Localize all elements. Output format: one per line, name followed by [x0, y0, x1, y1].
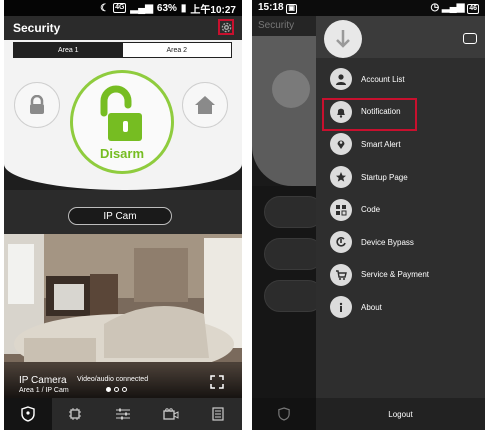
menu-item-about[interactable]: About	[316, 291, 485, 324]
settings-gear-button[interactable]	[218, 19, 234, 35]
menu-item-service-payment[interactable]: Service & Payment	[316, 259, 485, 292]
menu-item-label: Smart Alert	[361, 139, 401, 149]
nav-cameras[interactable]	[147, 398, 195, 430]
menu-item-label: Service & Payment	[361, 270, 430, 280]
cart-icon	[330, 263, 352, 286]
menu-item-label: Notification	[361, 107, 401, 117]
signal-icon: ▂▄▆	[130, 2, 153, 14]
wallet-icon[interactable]	[463, 33, 477, 44]
area-tabs: Area 1 Area 2	[13, 42, 232, 58]
gear-icon	[221, 22, 231, 32]
avatar[interactable]	[324, 20, 362, 58]
ip-cam-button[interactable]: IP Cam	[68, 207, 172, 225]
arming-panel: Area 1 Area 2 Disarm	[4, 40, 242, 190]
page-title: Security	[13, 21, 61, 35]
camera-feed[interactable]: IP Camera Video/audio connected Area 1 /…	[4, 234, 242, 398]
notification-icon: ▣	[286, 4, 297, 14]
page-dot[interactable]	[106, 387, 111, 392]
side-drawer: Account List Notification Smart Alert St…	[316, 16, 485, 430]
status-time: 上午10:27	[190, 4, 236, 16]
background-chip-button	[264, 280, 324, 312]
code-icon	[330, 198, 352, 221]
chip-icon	[69, 408, 82, 420]
home-icon	[195, 96, 215, 114]
camera-title: IP Camera	[19, 375, 67, 386]
battery-percent: 63%	[156, 2, 177, 14]
info-icon	[330, 296, 352, 319]
logout-button[interactable]: Logout	[316, 398, 485, 430]
drawer-header	[316, 16, 485, 58]
user-icon	[330, 68, 352, 91]
menu-item-smart-alert[interactable]: Smart Alert	[316, 128, 485, 161]
bypass-icon	[330, 231, 352, 254]
background-title: Security	[252, 16, 316, 36]
nav-automation[interactable]	[99, 398, 147, 430]
star-icon	[330, 166, 352, 189]
bottom-nav	[4, 398, 242, 430]
fullscreen-icon[interactable]	[210, 375, 224, 389]
menu-screen: 15:18 ▣ ◷ ▂▄▆ 46 Security Account List N…	[252, 0, 485, 430]
status-time: 15:18	[258, 2, 284, 13]
shield-icon	[278, 407, 290, 421]
background-nav-security	[252, 398, 316, 430]
nav-security[interactable]	[4, 398, 52, 430]
lock-icon	[30, 95, 44, 114]
background-panel	[252, 36, 316, 186]
nav-events[interactable]	[194, 398, 242, 430]
menu-item-notification[interactable]: Notification	[316, 96, 485, 131]
arm-home-button[interactable]	[182, 82, 228, 128]
down-arrow-icon	[336, 30, 350, 48]
menu-item-code[interactable]: Code	[316, 193, 485, 226]
status-bar: 15:18 ▣ ◷ ▂▄▆ 46	[252, 0, 485, 16]
background-device-button	[264, 238, 324, 270]
menu-item-label: About	[361, 302, 382, 312]
disarm-label: Disarm	[99, 146, 145, 161]
background-lower	[252, 186, 324, 416]
battery-icon: ▮	[180, 2, 187, 14]
menu-item-label: Device Bypass	[361, 237, 414, 247]
page-indicator	[106, 387, 127, 392]
drawer-menu: Account List Notification Smart Alert St…	[316, 63, 485, 324]
bell-icon	[330, 100, 352, 123]
disarm-button[interactable]: Disarm	[70, 70, 174, 174]
app-header: Security	[4, 16, 242, 40]
sliders-icon	[115, 408, 130, 420]
network-badge: 4G	[113, 3, 127, 13]
camera-subtitle: Area 1 / IP Cam	[19, 387, 69, 394]
background-home-circle	[272, 70, 310, 108]
menu-item-device-bypass[interactable]: Device Bypass	[316, 226, 485, 259]
tab-area-2[interactable]: Area 2	[122, 43, 231, 57]
security-screen: ☾ 4G ▂▄▆ 63% ▮ 上午10:27 Security Area 1 A…	[4, 0, 242, 430]
menu-item-startup-page[interactable]: Startup Page	[316, 161, 485, 194]
camera-status: Video/audio connected	[77, 376, 149, 383]
moon-icon: ☾	[100, 2, 110, 14]
battery-level: 46	[467, 4, 479, 14]
camera-icon	[162, 408, 179, 420]
background-door-button	[264, 196, 324, 228]
page-dot[interactable]	[122, 387, 127, 392]
menu-item-label: Account List	[361, 74, 405, 84]
arm-away-button[interactable]	[14, 82, 60, 128]
unlocked-padlock-icon	[100, 85, 142, 141]
menu-item-label: Startup Page	[361, 172, 408, 182]
menu-item-label: Code	[361, 205, 381, 215]
page-dot[interactable]	[114, 387, 119, 392]
pin-icon	[330, 133, 352, 156]
tab-area-1[interactable]: Area 1	[14, 43, 123, 57]
status-bar: ☾ 4G ▂▄▆ 63% ▮ 上午10:27	[4, 0, 242, 16]
menu-item-account-list[interactable]: Account List	[316, 63, 485, 96]
shield-icon	[21, 406, 35, 422]
list-icon	[212, 407, 224, 421]
camera-toolbar: IP Cam	[4, 190, 242, 234]
status-left: 15:18 ▣	[258, 2, 297, 14]
nav-devices[interactable]	[52, 398, 100, 430]
status-right: ◷ ▂▄▆ 46	[430, 2, 479, 14]
